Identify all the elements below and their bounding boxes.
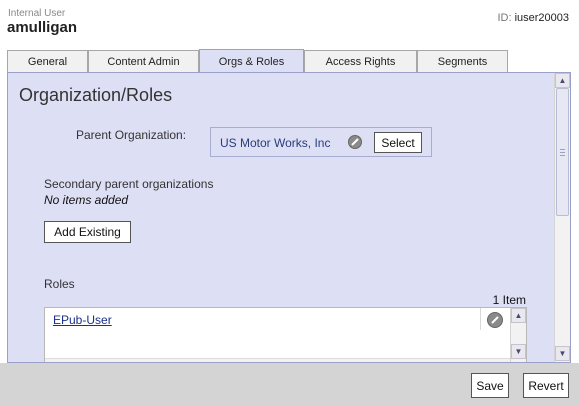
roles-list-scrollbar[interactable]: ▲ ▼ (510, 308, 526, 362)
orgs-roles-panel: Organization/Roles Parent Organization: … (7, 72, 571, 363)
thumb-grip (560, 152, 565, 153)
user-id-value: iuser20003 (514, 12, 569, 24)
pencil-disabled-icon[interactable] (348, 135, 362, 149)
column-divider (480, 308, 481, 330)
arrow-down-icon[interactable]: ▼ (555, 346, 570, 361)
parent-org-label: Parent Organization: (76, 128, 187, 142)
tab-access-rights[interactable]: Access Rights (304, 50, 417, 72)
revert-button[interactable]: Revert (523, 373, 569, 398)
user-name-title: amulligan (7, 19, 78, 36)
role-link[interactable]: EPub-User (53, 313, 112, 327)
select-parent-org-button[interactable]: Select (374, 132, 422, 153)
tab-orgs-roles[interactable]: Orgs & Roles (199, 49, 304, 73)
arrow-down-icon[interactable]: ▼ (511, 344, 526, 359)
arrow-up-icon[interactable]: ▲ (511, 308, 526, 323)
roles-count: 1 Item (492, 293, 526, 307)
user-id-label: ID: (497, 12, 512, 24)
save-button[interactable]: Save (471, 373, 509, 398)
secondary-orgs-label: Secondary parent organizations (44, 177, 214, 191)
roles-label: Roles (44, 277, 75, 291)
thumb-grip (560, 155, 565, 156)
pencil-disabled-icon[interactable] (487, 312, 503, 328)
pencil-disabled-glyph (351, 138, 359, 146)
tab-segments[interactable]: Segments (417, 50, 508, 72)
panel-scrollbar[interactable]: ▲ ▼ (554, 73, 570, 362)
section-title: Organization/Roles (19, 85, 173, 105)
user-id: ID: iuser20003 (497, 12, 569, 24)
secondary-orgs-empty: No items added (44, 193, 129, 207)
tab-general[interactable]: General (7, 50, 88, 72)
parent-org-field: US Motor Works, Inc Select (210, 127, 432, 157)
parent-org-value: US Motor Works, Inc (220, 136, 331, 150)
arrow-up-icon[interactable]: ▲ (555, 73, 570, 88)
user-type-label: Internal User (8, 8, 66, 19)
pencil-disabled-glyph (491, 316, 499, 324)
thumb-grip (560, 149, 565, 150)
tab-content-admin[interactable]: Content Admin (88, 50, 199, 72)
panel-scroll-thumb[interactable] (556, 88, 569, 216)
roles-list: EPub-User ▲ ▼ (44, 307, 527, 362)
add-existing-button[interactable]: Add Existing (44, 221, 131, 243)
footer-bar: Save Revert (0, 363, 579, 405)
